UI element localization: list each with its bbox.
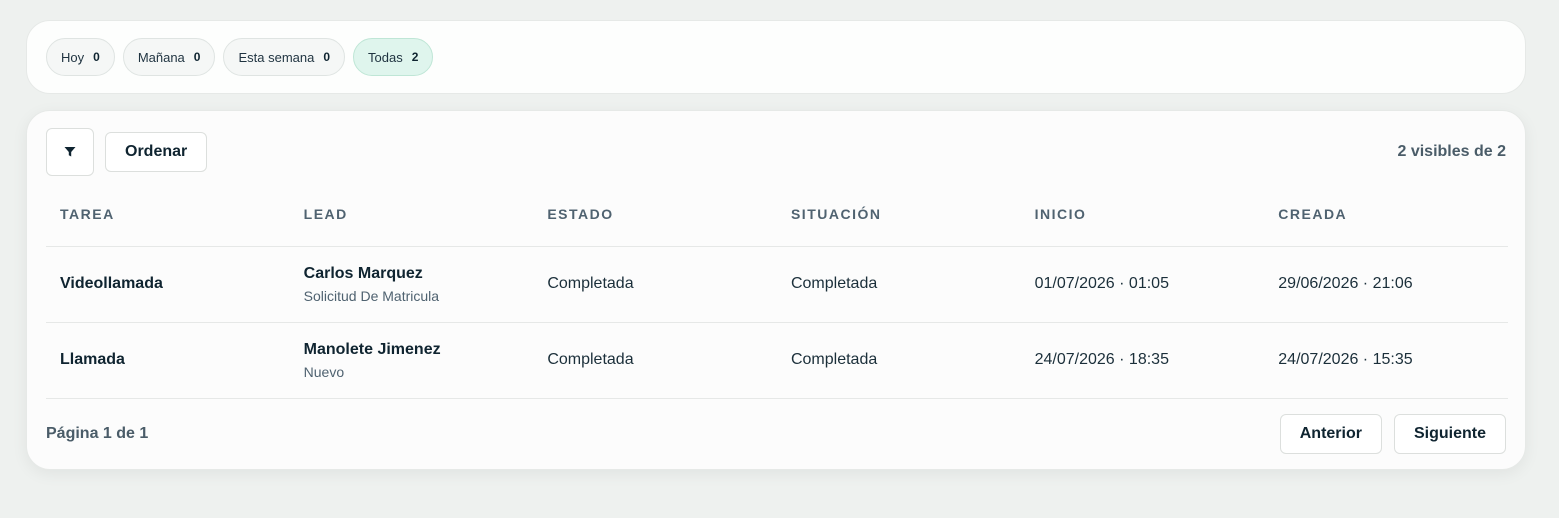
filter-button[interactable] — [46, 128, 94, 176]
task-cell: Llamada — [46, 322, 290, 399]
filter-chip-count: 2 — [411, 50, 419, 64]
page-info: Página 1 de 1 — [46, 425, 149, 442]
pagination-bar: Página 1 de 1 Anterior Siguiente — [46, 414, 1506, 454]
previous-page-button[interactable]: Anterior — [1279, 414, 1382, 454]
tasks-table: TAREA LEAD ESTADO SITUACIÓN INICIO CREAD… — [46, 183, 1508, 399]
sort-button[interactable]: Ordenar — [105, 132, 208, 172]
situacion-cell: Completada — [776, 246, 1021, 323]
lead-name[interactable]: Carlos Marquez — [304, 265, 534, 283]
task-cell: Videollamada — [46, 246, 290, 323]
table-header-row: TAREA LEAD ESTADO SITUACIÓN INICIO CREAD… — [46, 183, 1508, 247]
lead-cell: Manolete Jimenez Nuevo — [289, 322, 534, 399]
filter-chip-todas[interactable]: Todas 2 — [353, 38, 434, 76]
inicio-cell: 01/07/2026 · 01:05 — [1020, 246, 1265, 323]
filter-chip-manana[interactable]: Mañana 0 — [122, 38, 216, 76]
page: Hoy 0 Mañana 0 Esta semana 0 Todas 2 Ord… — [0, 0, 1559, 518]
pagination-nav: Anterior Siguiente — [1279, 414, 1506, 454]
filter-chip-count: 0 — [193, 50, 201, 64]
filter-chip-label: Mañana — [137, 49, 185, 65]
lead-stage: Nuevo — [303, 363, 345, 380]
table-toolbar: Ordenar 2 visibles de 2 — [46, 128, 1506, 176]
filter-chip-label: Hoy — [61, 49, 85, 65]
lead-stage: Solicitud De Matricula — [303, 287, 440, 304]
estado-cell: Completada — [533, 322, 777, 399]
date-filter-bar: Hoy 0 Mañana 0 Esta semana 0 Todas 2 — [26, 20, 1526, 94]
column-header-creada[interactable]: CREADA — [1264, 183, 1508, 247]
lead-name[interactable]: Manolete Jimenez — [304, 341, 534, 359]
lead-cell: Carlos Marquez Solicitud De Matricula — [289, 246, 534, 323]
filter-chip-esta-semana[interactable]: Esta semana 0 — [223, 38, 346, 76]
table-row[interactable]: Videollamada Carlos Marquez Solicitud De… — [46, 246, 1508, 323]
filter-chip-count: 0 — [323, 50, 331, 64]
situacion-cell: Completada — [776, 322, 1021, 399]
table-row[interactable]: Llamada Manolete Jimenez Nuevo Completad… — [46, 322, 1508, 399]
inicio-cell: 24/07/2026 · 18:35 — [1020, 322, 1265, 399]
filter-chip-count: 0 — [93, 50, 100, 64]
visible-count: 2 visibles de 2 — [1397, 143, 1506, 160]
creada-cell: 24/07/2026 · 15:35 — [1264, 322, 1508, 399]
filter-funnel-icon — [64, 147, 76, 157]
filter-chip-label: Esta semana — [238, 49, 315, 65]
column-header-inicio[interactable]: INICIO — [1020, 183, 1265, 247]
filter-chip-hoy[interactable]: Hoy 0 — [46, 38, 115, 76]
tasks-table-card: Ordenar 2 visibles de 2 TAREA LEAD ESTAD… — [26, 110, 1526, 470]
filter-chip-label: Todas — [368, 49, 403, 65]
column-header-lead[interactable]: LEAD — [289, 183, 534, 247]
column-header-tarea[interactable]: TAREA — [46, 183, 290, 247]
next-page-button[interactable]: Siguiente — [1393, 414, 1506, 454]
creada-cell: 29/06/2026 · 21:06 — [1264, 246, 1508, 323]
estado-cell: Completada — [533, 246, 777, 323]
column-header-estado[interactable]: ESTADO — [533, 183, 777, 247]
column-header-situacion[interactable]: SITUACIÓN — [776, 183, 1021, 247]
